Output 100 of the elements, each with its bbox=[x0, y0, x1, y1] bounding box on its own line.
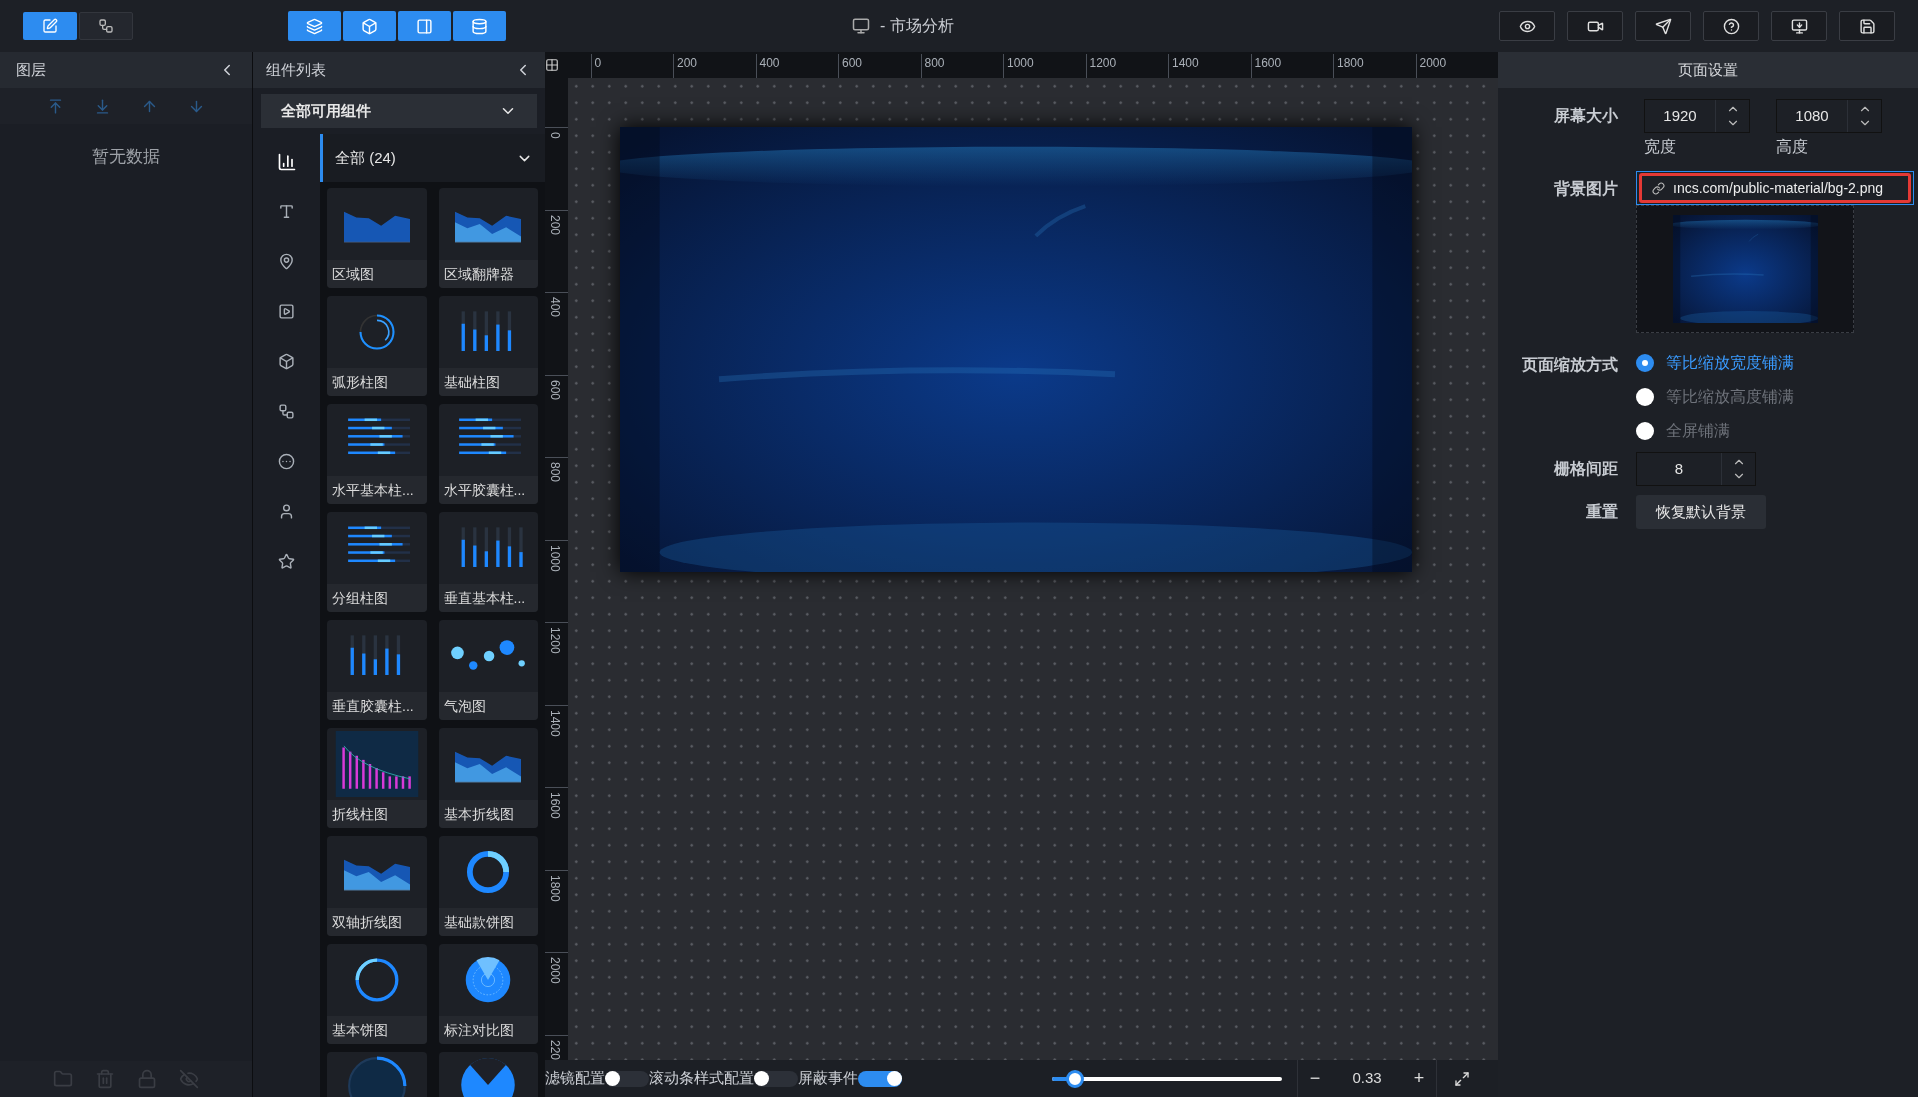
component-card[interactable]: 水平基本柱... bbox=[327, 404, 427, 504]
subcategory-select[interactable]: 全部 (24) bbox=[320, 134, 545, 182]
monitor-icon bbox=[1790, 17, 1808, 35]
trash-icon bbox=[95, 1069, 115, 1089]
radio-button[interactable] bbox=[1636, 388, 1654, 406]
arrow-up-bar-icon bbox=[47, 97, 64, 115]
filter-select[interactable]: 全部可用组件 bbox=[261, 94, 537, 128]
ruler-label: 2000 bbox=[548, 957, 562, 984]
component-card[interactable]: 区域翻牌器 bbox=[438, 188, 538, 288]
component-card[interactable]: 标注对比图 bbox=[438, 944, 538, 1044]
ellipsis-icon bbox=[278, 453, 295, 470]
pencil-icon bbox=[42, 18, 58, 34]
empty-message: 暂无数据 bbox=[92, 146, 160, 168]
component-card[interactable]: 垂直基本柱... bbox=[438, 512, 538, 612]
panel-icon bbox=[416, 17, 433, 35]
play-icon bbox=[278, 303, 295, 320]
toggle-switch[interactable] bbox=[754, 1070, 798, 1087]
component-card[interactable]: 区域图 bbox=[327, 188, 427, 288]
ruler-label: 400 bbox=[548, 297, 562, 318]
save-icon bbox=[1858, 17, 1876, 35]
ruler-label: 1800 bbox=[548, 874, 562, 902]
component-card[interactable]: 分组柱图 bbox=[327, 512, 427, 612]
component-name: 基础款饼图 bbox=[438, 908, 538, 936]
ruler-label: 1200 bbox=[548, 627, 562, 654]
ruler-label: 1800 bbox=[1333, 54, 1416, 78]
flow-icon bbox=[98, 18, 114, 34]
chart-thumbnail-icon bbox=[459, 1056, 518, 1097]
component-card[interactable]: 基础款饼图 bbox=[438, 836, 538, 936]
field-label: 页面缩放方式 bbox=[1521, 355, 1618, 375]
lock-icon bbox=[137, 1069, 157, 1089]
component-card[interactable]: 垂直胶囊柱... bbox=[327, 620, 427, 720]
component-name: 基础柱图 bbox=[438, 368, 538, 396]
ruler-label: 0 bbox=[590, 54, 673, 78]
component-name: 双轴折线图 bbox=[327, 908, 427, 936]
ruler-label: 200 bbox=[548, 214, 562, 235]
component-card[interactable]: 气泡图 bbox=[438, 620, 538, 720]
ruler-label: 600 bbox=[548, 379, 562, 400]
component-card[interactable]: 水平胶囊柱... bbox=[438, 404, 538, 504]
ruler-label: 1000 bbox=[1003, 54, 1086, 78]
component-name: 标注对比图 bbox=[438, 1016, 538, 1044]
user-icon bbox=[278, 503, 295, 520]
toolbar-button[interactable] bbox=[1839, 11, 1895, 41]
ruler-label: 600 bbox=[838, 54, 921, 78]
toolbar-button[interactable] bbox=[1499, 11, 1555, 41]
field-label: 屏幕大小 bbox=[1553, 106, 1618, 126]
restore-default-button[interactable]: 恢复默认背景 bbox=[1636, 495, 1766, 529]
ruler-label: 1200 bbox=[1085, 54, 1168, 78]
component-name: 区域翻牌器 bbox=[438, 260, 538, 288]
zoom-out-button[interactable]: − bbox=[1298, 1060, 1332, 1097]
cube-icon bbox=[278, 353, 295, 370]
zoom-in-button[interactable]: + bbox=[1402, 1060, 1436, 1097]
component-card[interactable]: 弧形柱图 bbox=[327, 296, 427, 396]
toolbar-button[interactable] bbox=[1567, 11, 1623, 41]
ruler-label: 1600 bbox=[548, 792, 562, 819]
component-card[interactable]: 基本饼图 bbox=[327, 944, 427, 1044]
component-name: 垂直胶囊柱... bbox=[327, 692, 427, 720]
radio-label: 等比缩放高度铺满 bbox=[1666, 387, 1794, 407]
page-title: - 市场分析 bbox=[880, 16, 954, 36]
toolbar-button[interactable] bbox=[1771, 11, 1827, 41]
number-field[interactable]: 8 bbox=[1636, 452, 1756, 486]
layers-icon bbox=[306, 17, 323, 35]
zoom-slider-thumb[interactable] bbox=[1066, 1069, 1084, 1088]
component-card[interactable]: 折线柱图 bbox=[327, 728, 427, 828]
toggle-label: 滚动条样式配置 bbox=[649, 1068, 754, 1089]
url-field[interactable]: ıncs.com/public-material/bg-2.png bbox=[1636, 171, 1914, 205]
toolbar-button[interactable] bbox=[1635, 11, 1691, 41]
component-name: 基本饼图 bbox=[327, 1016, 427, 1044]
component-name: 区域图 bbox=[327, 260, 427, 288]
component-name: 水平胶囊柱... bbox=[438, 476, 538, 504]
folder-icon bbox=[53, 1069, 73, 1089]
monitor-icon bbox=[852, 17, 870, 35]
chart-thumbnail-icon bbox=[334, 731, 419, 797]
radio-label: 全屏铺满 bbox=[1666, 421, 1730, 441]
toggle-switch[interactable] bbox=[605, 1070, 649, 1087]
radio-option[interactable]: 等比缩放宽度铺满 bbox=[1636, 351, 1794, 375]
ruler-label: 800 bbox=[548, 462, 562, 483]
component-name: 水平基本柱... bbox=[327, 476, 427, 504]
flow-icon bbox=[278, 403, 295, 420]
component-name: 气泡图 bbox=[438, 692, 538, 720]
field-caption: 宽度 bbox=[1644, 137, 1677, 157]
ruler-label: 0 bbox=[548, 132, 562, 139]
component-card[interactable]: 基础柱图 bbox=[438, 296, 538, 396]
panel-title: 图层 bbox=[16, 59, 46, 80]
ruler-corner-icon[interactable] bbox=[545, 58, 559, 72]
number-field[interactable]: 1080 bbox=[1776, 99, 1882, 133]
star-icon bbox=[278, 553, 295, 570]
number-field[interactable]: 1920 bbox=[1644, 99, 1750, 133]
ruler-label: 1600 bbox=[1250, 54, 1333, 78]
component-card[interactable]: 双轴折线图 bbox=[327, 836, 427, 936]
component-card[interactable]: 基本折线图 bbox=[438, 728, 538, 828]
radio-button[interactable] bbox=[1636, 422, 1654, 440]
field-caption: 高度 bbox=[1776, 137, 1808, 157]
panel-title: 组件列表 bbox=[266, 59, 326, 80]
toggle-label: 滤镜配置 bbox=[545, 1068, 605, 1089]
toggle-switch[interactable] bbox=[858, 1070, 902, 1087]
arrow-down-bar-icon bbox=[94, 97, 111, 115]
component-name: 弧形柱图 bbox=[327, 368, 427, 396]
radio-button[interactable] bbox=[1636, 354, 1654, 372]
toolbar-button[interactable] bbox=[1703, 11, 1759, 41]
cube-icon bbox=[361, 17, 378, 35]
